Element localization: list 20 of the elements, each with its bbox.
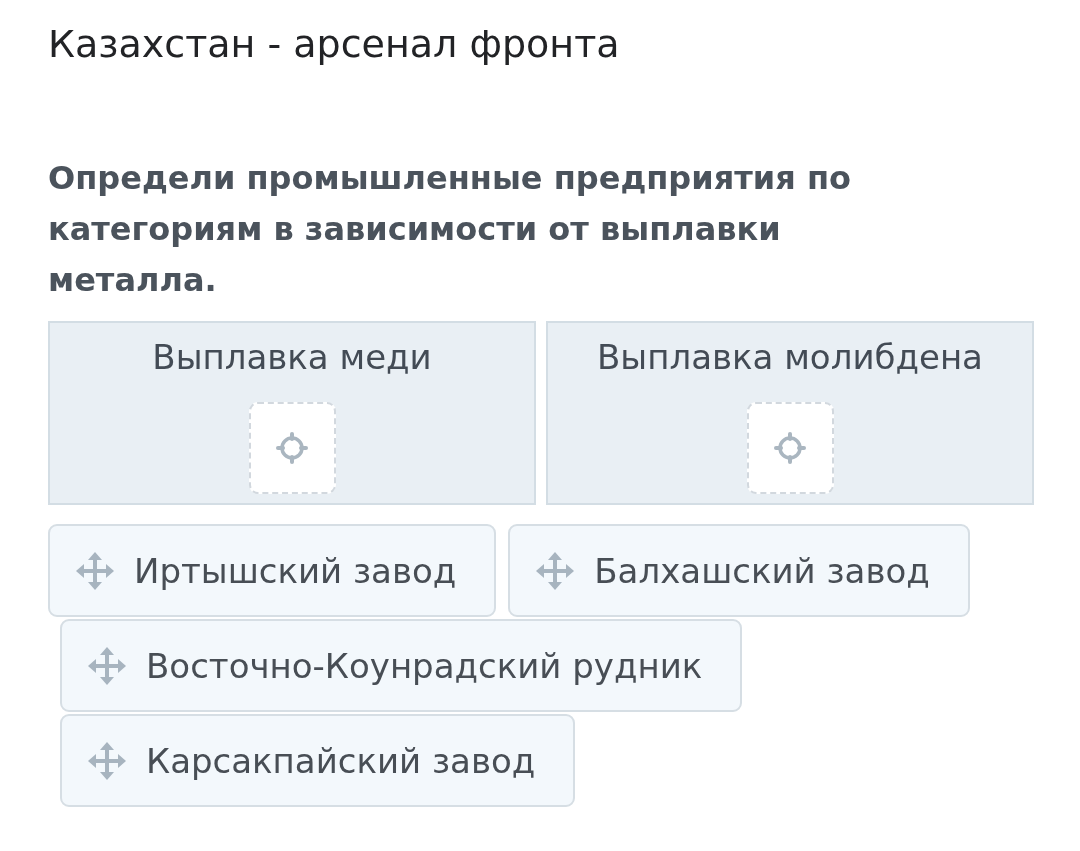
draggable-item[interactable]: Иртышский завод <box>48 524 497 617</box>
category-label: Выплавка меди <box>152 336 432 379</box>
move-icon <box>88 646 126 685</box>
question-text: Определи промышленные предприятия по категориям в зависимости от выплавки металла. <box>48 158 852 301</box>
item-label: Иртышский завод <box>134 549 457 593</box>
move-icon <box>76 551 114 590</box>
move-icon <box>536 551 575 590</box>
draggable-item[interactable]: Карсакпайский завод <box>60 714 576 807</box>
page-title: Казахстан - арсенал фронта <box>48 21 620 68</box>
item-label: Восточно-Коунрадский рудник <box>146 644 703 688</box>
item-label: Карсакпайский завод <box>146 739 536 783</box>
crosshair-icon <box>773 431 807 465</box>
drop-slot[interactable] <box>248 402 336 494</box>
draggable-item[interactable]: Балхашский завод <box>508 524 970 617</box>
drop-slot[interactable] <box>746 402 834 494</box>
category-label: Выплавка молибдена <box>597 336 983 379</box>
move-icon <box>88 741 126 780</box>
draggable-item[interactable]: Восточно-Коунрадский рудник <box>60 619 743 712</box>
item-label: Балхашский завод <box>594 549 930 593</box>
crosshair-icon <box>275 431 309 465</box>
